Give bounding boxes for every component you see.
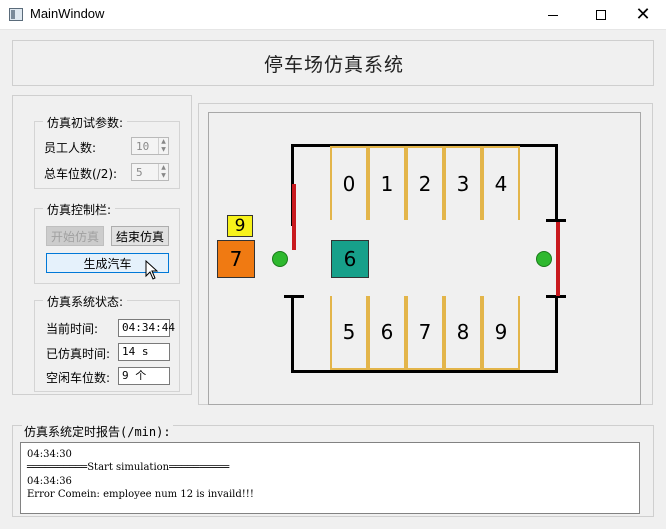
entrance-post-bottom	[284, 295, 304, 298]
car-waiting: 7	[217, 240, 255, 278]
params-group-title: 仿真初试参数:	[43, 114, 128, 131]
app-icon	[9, 8, 23, 21]
exit-lamp-icon	[536, 251, 552, 267]
bottom-wall	[291, 370, 558, 373]
parking-spot: 0	[330, 146, 368, 220]
stop-simulation-button[interactable]: 结束仿真	[111, 226, 169, 246]
entrance-lamp-icon	[272, 251, 288, 267]
maximize-icon	[596, 10, 606, 20]
spinbox-arrows-icon[interactable]: ▲ ▼	[158, 164, 168, 180]
control-group-title: 仿真控制栏:	[43, 201, 116, 218]
parking-spot: 6	[368, 296, 406, 370]
mouse-cursor-icon	[145, 260, 159, 280]
total-spots-spinbox[interactable]: 5 ▲ ▼	[131, 163, 169, 181]
employee-count-value: 10	[136, 140, 150, 153]
elapsed-time-label: 已仿真时间:	[46, 347, 111, 361]
close-icon: ✕	[635, 4, 651, 25]
exit-gate	[556, 222, 560, 296]
window-title: MainWindow	[30, 6, 105, 21]
status-group-title: 仿真系统状态:	[43, 293, 128, 310]
parking-spot: 9	[482, 296, 520, 370]
parking-spot: 3	[444, 146, 482, 220]
report-log[interactable]: 04:34:30 ══════════Start simulation═════…	[20, 442, 640, 514]
minimize-button[interactable]	[530, 0, 576, 30]
parking-spot: 2	[406, 146, 444, 220]
left-wall-lower	[291, 296, 294, 373]
parking-spot: 5	[330, 296, 368, 370]
report-title: 仿真系统定时报告(/min):	[22, 423, 173, 440]
parking-spot: 4	[482, 146, 520, 220]
page-title: 停车场仿真系统	[263, 53, 404, 76]
minimize-icon	[548, 14, 558, 16]
close-button[interactable]: ✕	[620, 0, 666, 30]
maximize-button[interactable]	[578, 0, 624, 30]
current-time-field: 04:34:44	[118, 319, 175, 337]
current-time-label: 当前时间:	[46, 322, 99, 336]
elapsed-time-field: 14 s	[118, 343, 170, 361]
parking-spot: 8	[444, 296, 482, 370]
free-spots-label: 空闲车位数:	[46, 371, 111, 385]
spinbox-arrows-icon[interactable]: ▲ ▼	[158, 138, 168, 154]
total-spots-value: 5	[136, 166, 143, 179]
parking-spot: 1	[368, 146, 406, 220]
entrance-gate	[292, 184, 296, 250]
log-line: Error Comein: employee num 12 is invaild…	[27, 489, 254, 500]
log-line: 04:34:36	[27, 476, 72, 487]
car-waiting-small: 9	[227, 215, 253, 237]
free-spots-field: 9 个	[118, 367, 170, 385]
employee-count-label: 员工人数:	[44, 141, 97, 155]
parking-spot: 7	[406, 296, 444, 370]
right-wall-lower	[555, 296, 558, 373]
title-bar: MainWindow ✕	[0, 0, 666, 30]
car-driving: 6	[331, 240, 369, 278]
total-spots-label: 总车位数(/2):	[44, 167, 118, 181]
right-wall-upper	[555, 144, 558, 221]
header-frame: 停车场仿真系统	[12, 40, 654, 86]
log-line: ══════════Start simulation══════════	[27, 462, 230, 473]
start-simulation-button[interactable]: 开始仿真	[46, 226, 104, 246]
log-line: 04:34:30	[27, 449, 72, 460]
employee-count-spinbox[interactable]: 10 ▲ ▼	[131, 137, 169, 155]
